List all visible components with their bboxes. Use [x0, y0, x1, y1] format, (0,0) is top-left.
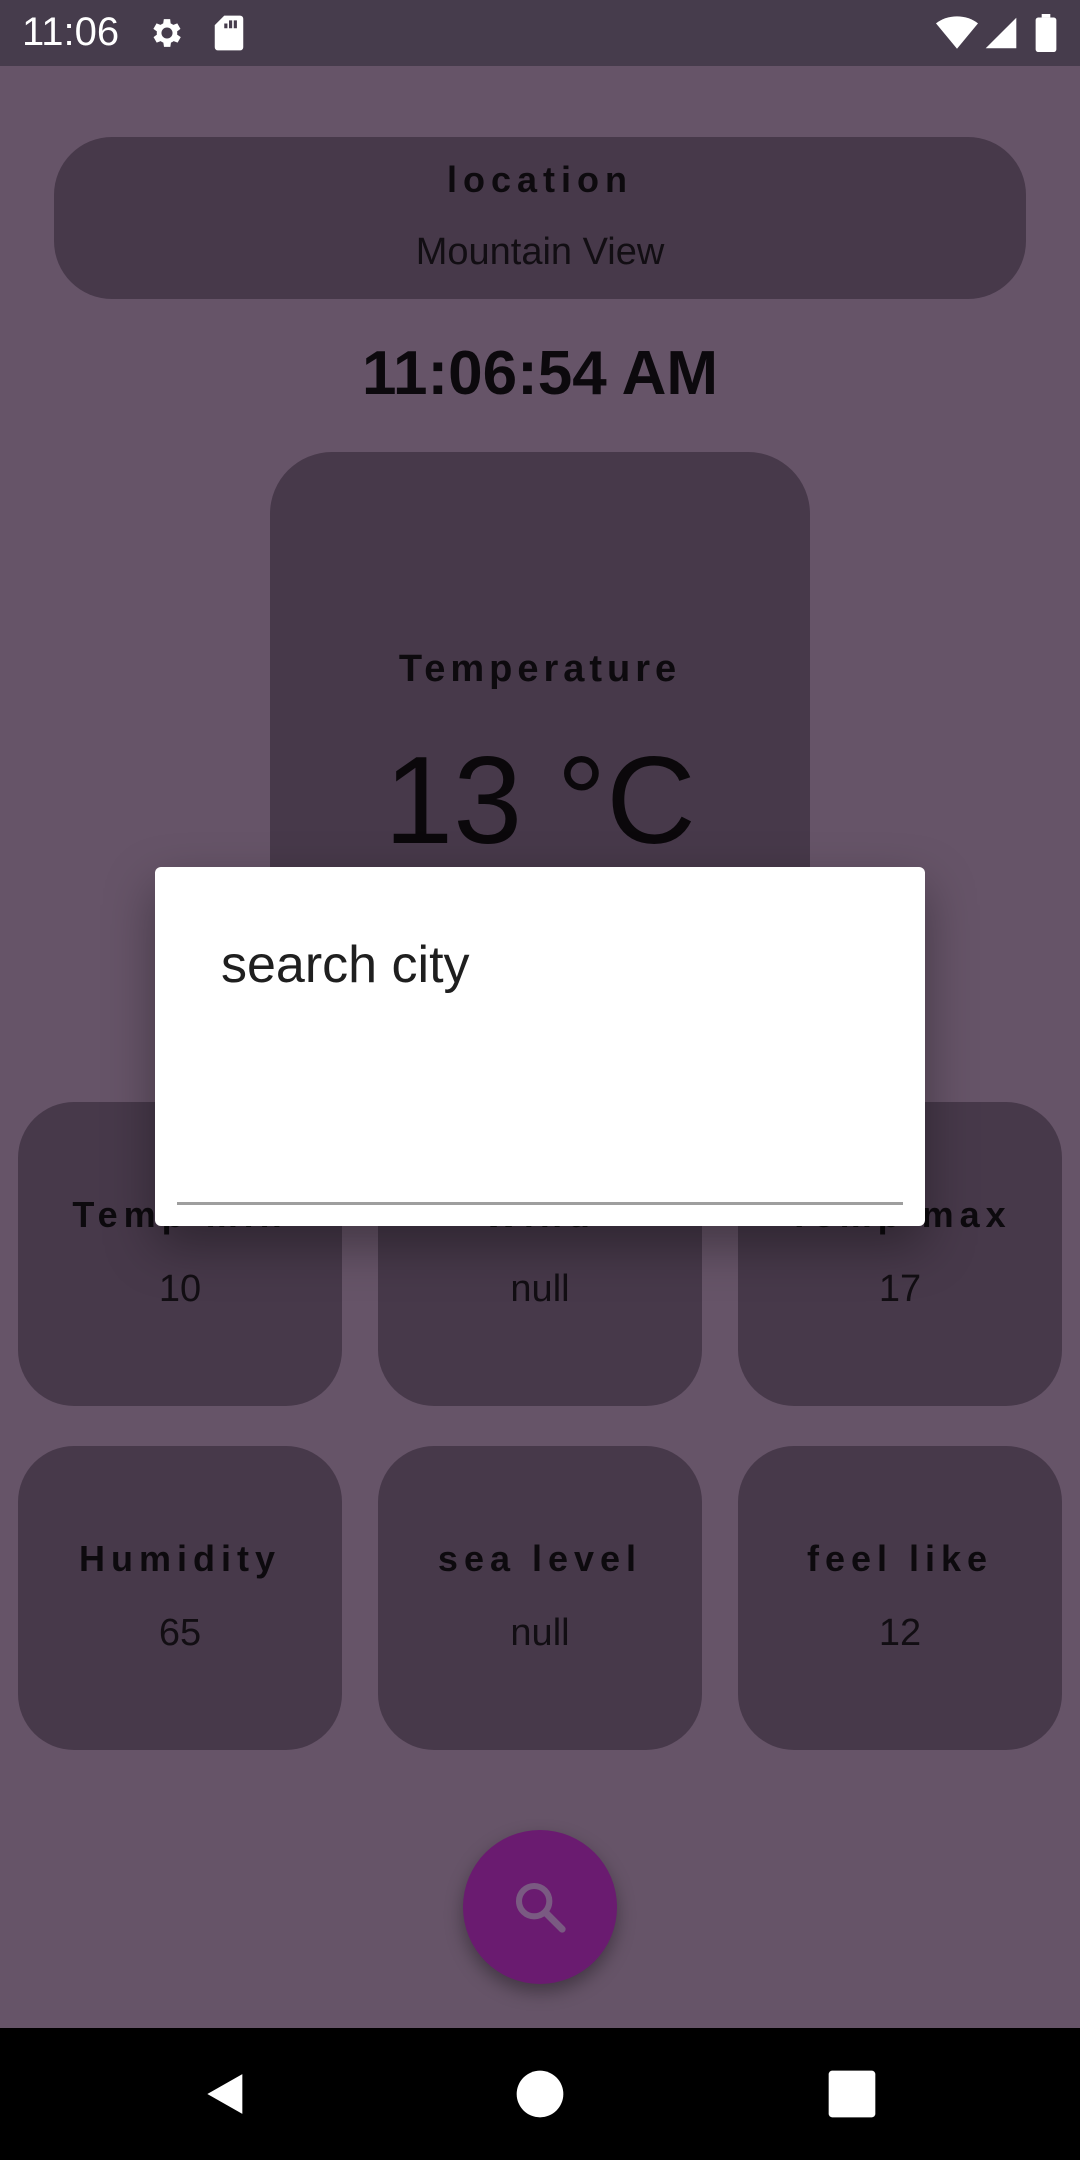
wifi-icon	[936, 16, 978, 49]
search-fab-button[interactable]	[463, 1830, 617, 1984]
recents-icon[interactable]	[824, 2066, 880, 2122]
navigation-bar	[0, 2028, 1080, 2160]
battery-icon	[1035, 14, 1057, 52]
signal-icon	[985, 17, 1017, 49]
stat-card-humidity: Humidity 65	[18, 1446, 342, 1750]
temperature-label: Temperature	[398, 648, 682, 690]
stat-value: 65	[158, 1612, 202, 1654]
home-icon[interactable]	[512, 2066, 568, 2122]
location-label: location	[446, 159, 633, 200]
stat-label: feel like	[806, 1538, 994, 1579]
status-time: 11:06	[22, 10, 120, 54]
sd-card-icon	[214, 15, 244, 51]
status-bar: 11:06	[0, 0, 1080, 66]
city-search-input[interactable]	[177, 1099, 903, 1205]
stat-value: 12	[878, 1612, 922, 1654]
stat-value: null	[510, 1268, 570, 1310]
stat-value: 10	[158, 1268, 202, 1310]
location-value: Mountain View	[415, 231, 665, 273]
search-city-dialog: search city	[155, 867, 925, 1226]
dialog-title: search city	[221, 936, 470, 994]
location-card: location Mountain View	[54, 137, 1026, 299]
search-icon	[515, 1882, 566, 1933]
current-time: 11:06:54 AM	[361, 339, 719, 408]
stat-label: Humidity	[78, 1538, 281, 1579]
stat-card-feel-like: feel like 12	[738, 1446, 1062, 1750]
stat-label: sea level	[437, 1538, 643, 1579]
settings-icon	[153, 19, 181, 47]
stat-card-sea-level: sea level null	[378, 1446, 702, 1750]
back-icon[interactable]	[198, 2066, 254, 2122]
temperature-value: 13 °C	[384, 732, 696, 870]
stat-value: 17	[878, 1268, 922, 1310]
stat-value: null	[510, 1612, 570, 1654]
